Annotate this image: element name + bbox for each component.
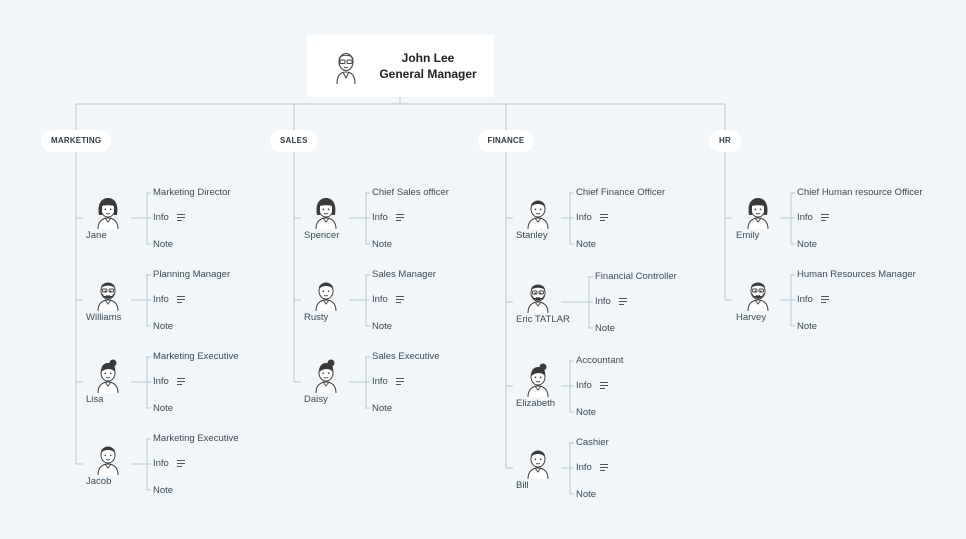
bearded-glasses-avatar bbox=[527, 284, 549, 313]
department-sales[interactable]: SALES bbox=[270, 130, 318, 152]
info-item[interactable]: Info bbox=[576, 212, 608, 223]
bearded-glasses-avatar bbox=[97, 282, 119, 311]
woman-bun-avatar bbox=[527, 363, 549, 397]
role-label[interactable]: Marketing Director bbox=[153, 187, 231, 198]
info-item[interactable]: Info bbox=[153, 294, 185, 305]
info-label: Info bbox=[153, 294, 169, 305]
note-item[interactable]: Note bbox=[372, 403, 392, 414]
notes-lines-icon bbox=[395, 295, 404, 304]
role-label[interactable]: Planning Manager bbox=[153, 269, 230, 280]
note-item[interactable]: Note bbox=[797, 239, 817, 250]
info-item[interactable]: Info bbox=[576, 380, 608, 391]
notes-lines-icon bbox=[618, 297, 627, 306]
note-item[interactable]: Note bbox=[153, 403, 173, 414]
person-name: Williams bbox=[86, 312, 122, 323]
note-item[interactable]: Note bbox=[797, 321, 817, 332]
notes-lines-icon bbox=[176, 213, 185, 222]
info-label: Info bbox=[595, 296, 611, 307]
role-label[interactable]: Chief Finance Officer bbox=[576, 187, 665, 198]
role-label[interactable]: Human Resources Manager bbox=[797, 269, 916, 280]
role-label[interactable]: Sales Manager bbox=[372, 269, 436, 280]
person-name: Bill bbox=[516, 480, 529, 491]
person-name: Elizabeth bbox=[516, 398, 556, 409]
note-item[interactable]: Note bbox=[372, 239, 392, 250]
man-avatar bbox=[315, 282, 337, 311]
info-label: Info bbox=[797, 212, 813, 223]
info-item[interactable]: Info bbox=[153, 212, 185, 223]
woman-bob-avatar bbox=[97, 198, 119, 229]
person-name: Daisy bbox=[304, 394, 328, 405]
role-label[interactable]: Cashier bbox=[576, 437, 609, 448]
department-hr[interactable]: HR bbox=[709, 130, 741, 152]
info-label: Info bbox=[576, 380, 592, 391]
org-chart: MARKETING Jane Marketing Director Info Note W… bbox=[0, 0, 966, 539]
info-item[interactable]: Info bbox=[595, 296, 627, 307]
note-item[interactable]: Note bbox=[372, 321, 392, 332]
notes-lines-icon bbox=[820, 295, 829, 304]
info-item[interactable]: Info bbox=[576, 462, 608, 473]
notes-lines-icon bbox=[395, 213, 404, 222]
role-label[interactable]: Financial Controller bbox=[595, 271, 677, 282]
role-label[interactable]: Chief Human resource Officer bbox=[797, 187, 923, 198]
info-item[interactable]: Info bbox=[153, 376, 185, 387]
role-label[interactable]: Marketing Executive bbox=[153, 433, 239, 444]
info-item[interactable]: Info bbox=[797, 294, 829, 305]
info-item[interactable]: Info bbox=[372, 376, 404, 387]
info-item[interactable]: Info bbox=[372, 212, 404, 223]
man-avatar bbox=[527, 200, 549, 229]
woman-bun-avatar bbox=[97, 359, 119, 393]
note-item[interactable]: Note bbox=[153, 485, 173, 496]
woman-bob-avatar bbox=[747, 198, 769, 229]
role-label[interactable]: Accountant bbox=[576, 355, 624, 366]
info-label: Info bbox=[372, 212, 388, 223]
info-label: Info bbox=[372, 376, 388, 387]
note-item[interactable]: Note bbox=[576, 239, 596, 250]
person-name: Eric TATLAR bbox=[516, 314, 570, 325]
info-label: Info bbox=[153, 458, 169, 469]
role-label[interactable]: Marketing Executive bbox=[153, 351, 239, 362]
info-label: Info bbox=[576, 212, 592, 223]
notes-lines-icon bbox=[395, 377, 404, 386]
role-label[interactable]: Sales Executive bbox=[372, 351, 440, 362]
info-label: Info bbox=[153, 376, 169, 387]
notes-lines-icon bbox=[176, 459, 185, 468]
notes-lines-icon bbox=[176, 377, 185, 386]
person-name: Rusty bbox=[304, 312, 329, 323]
info-item[interactable]: Info bbox=[153, 458, 185, 469]
woman-bob-avatar bbox=[315, 198, 337, 229]
man-avatar bbox=[527, 450, 549, 479]
notes-lines-icon bbox=[820, 213, 829, 222]
man-avatar bbox=[97, 446, 119, 475]
info-label: Info bbox=[372, 294, 388, 305]
info-item[interactable]: Info bbox=[372, 294, 404, 305]
department-finance[interactable]: FINANCE bbox=[477, 130, 535, 152]
role-label[interactable]: Chief Sales officer bbox=[372, 187, 449, 198]
notes-lines-icon bbox=[176, 295, 185, 304]
note-item[interactable]: Note bbox=[595, 323, 615, 334]
woman-bun-avatar bbox=[315, 359, 337, 393]
notes-lines-icon bbox=[599, 213, 608, 222]
note-item[interactable]: Note bbox=[576, 489, 596, 500]
note-item[interactable]: Note bbox=[153, 239, 173, 250]
info-label: Info bbox=[576, 462, 592, 473]
info-label: Info bbox=[797, 294, 813, 305]
person-name: Stanley bbox=[516, 230, 548, 241]
note-item[interactable]: Note bbox=[576, 407, 596, 418]
department-marketing[interactable]: MARKETING bbox=[41, 130, 112, 152]
note-item[interactable]: Note bbox=[153, 321, 173, 332]
info-item[interactable]: Info bbox=[797, 212, 829, 223]
info-label: Info bbox=[153, 212, 169, 223]
person-name: Emily bbox=[736, 230, 760, 241]
person-name: Harvey bbox=[736, 312, 767, 323]
notes-lines-icon bbox=[599, 381, 608, 390]
person-name: Jane bbox=[86, 230, 107, 241]
person-name: Spencer bbox=[304, 230, 340, 241]
person-name: Jacob bbox=[86, 476, 112, 487]
notes-lines-icon bbox=[599, 463, 608, 472]
person-name: Lisa bbox=[86, 394, 104, 405]
bearded-glasses-avatar bbox=[747, 282, 769, 311]
